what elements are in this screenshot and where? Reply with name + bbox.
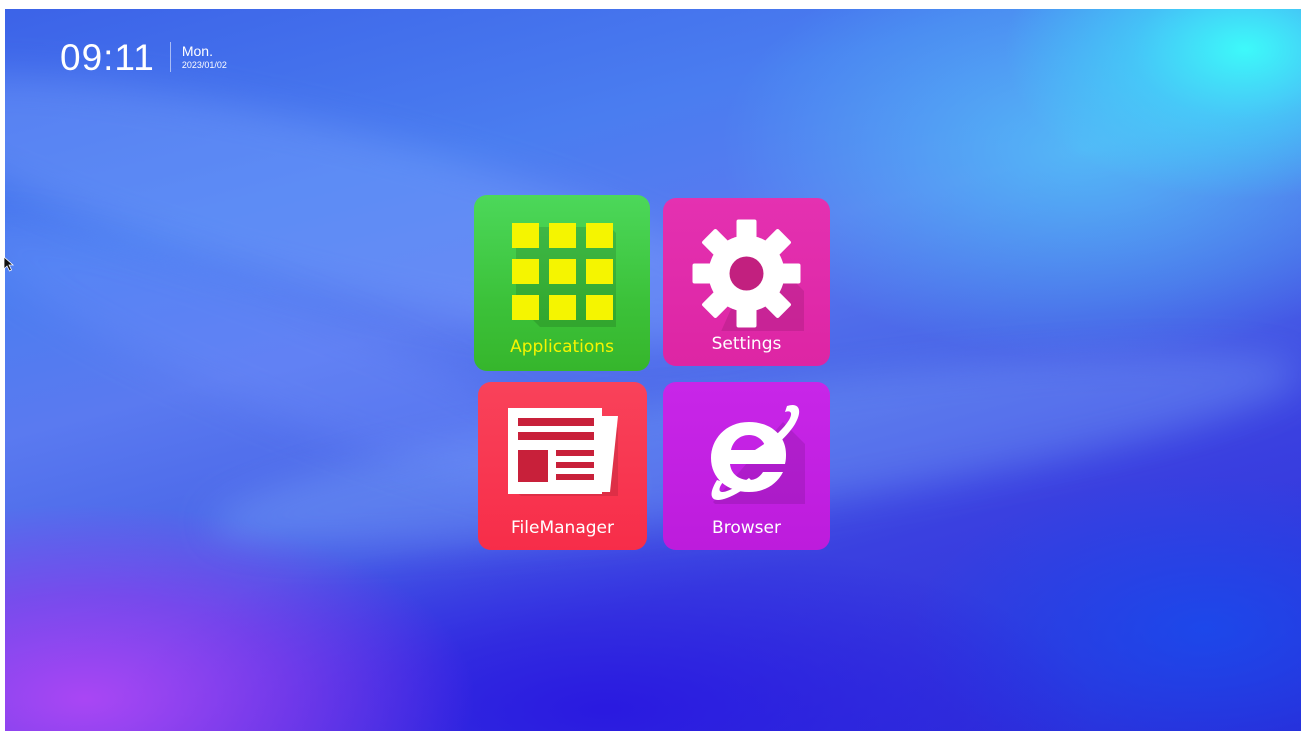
tile-browser[interactable]: Browser [663, 382, 830, 550]
clock-date: 2023/01/02 [181, 60, 227, 70]
internet-explorer-icon [711, 404, 805, 504]
tile-settings[interactable]: Settings [663, 198, 830, 366]
tile-filemanager-label: FileManager [511, 518, 614, 538]
tile-browser-label: Browser [712, 518, 781, 538]
clock-widget: 09:11 Mon. 2023/01/02 [60, 35, 227, 79]
tile-applications-label: Applications [510, 337, 614, 357]
apps-grid-icon [512, 223, 616, 327]
news-document-icon [508, 408, 618, 496]
mouse-cursor-icon [3, 256, 15, 272]
gear-icon [692, 219, 804, 331]
clock-divider [169, 42, 171, 72]
clock-date-block: Mon. 2023/01/02 [182, 43, 227, 71]
tile-filemanager[interactable]: FileManager [478, 382, 647, 550]
tile-settings-label: Settings [711, 334, 782, 354]
display-frame: 09:11 Mon. 2023/01/02 Applications Setti… [0, 0, 1304, 733]
home-screen: 09:11 Mon. 2023/01/02 Applications Setti… [5, 9, 1301, 731]
clock-day: Mon. [181, 43, 213, 59]
tile-applications[interactable]: Applications [474, 195, 650, 371]
clock-time: 09:11 [60, 36, 155, 78]
